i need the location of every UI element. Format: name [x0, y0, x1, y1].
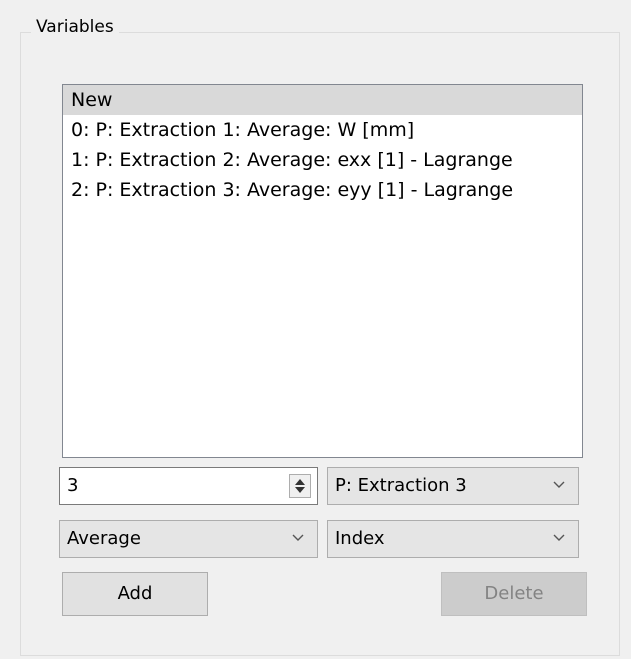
axis-select[interactable]: Index: [327, 520, 579, 558]
variables-group-title: Variables: [31, 16, 119, 38]
operation-select[interactable]: Average: [59, 520, 318, 558]
variables-list[interactable]: New 0: P: Extraction 1: Average: W [mm] …: [62, 84, 583, 458]
chevron-down-icon: [553, 481, 565, 488]
axis-select-value: Index: [335, 528, 385, 549]
list-item-variable-0[interactable]: 0: P: Extraction 1: Average: W [mm]: [63, 115, 582, 145]
list-item-new[interactable]: New: [63, 85, 582, 115]
spin-down-arrow-icon[interactable]: [295, 487, 305, 493]
list-item-variable-2[interactable]: 2: P: Extraction 3: Average: eyy [1] - L…: [63, 175, 582, 205]
source-select-value: P: Extraction 3: [335, 475, 467, 496]
index-spinbox-value[interactable]: 3: [67, 468, 78, 504]
chevron-down-icon: [292, 534, 304, 541]
source-select[interactable]: P: Extraction 3: [327, 467, 579, 505]
spin-up-down-icon[interactable]: [289, 474, 311, 498]
spin-up-arrow-icon[interactable]: [295, 479, 305, 485]
chevron-down-icon: [553, 534, 565, 541]
operation-select-value: Average: [67, 528, 141, 549]
list-item-variable-1[interactable]: 1: P: Extraction 2: Average: exx [1] - L…: [63, 145, 582, 175]
index-spinbox[interactable]: 3: [59, 467, 318, 505]
delete-button[interactable]: Delete: [441, 572, 587, 616]
add-button[interactable]: Add: [62, 572, 208, 616]
